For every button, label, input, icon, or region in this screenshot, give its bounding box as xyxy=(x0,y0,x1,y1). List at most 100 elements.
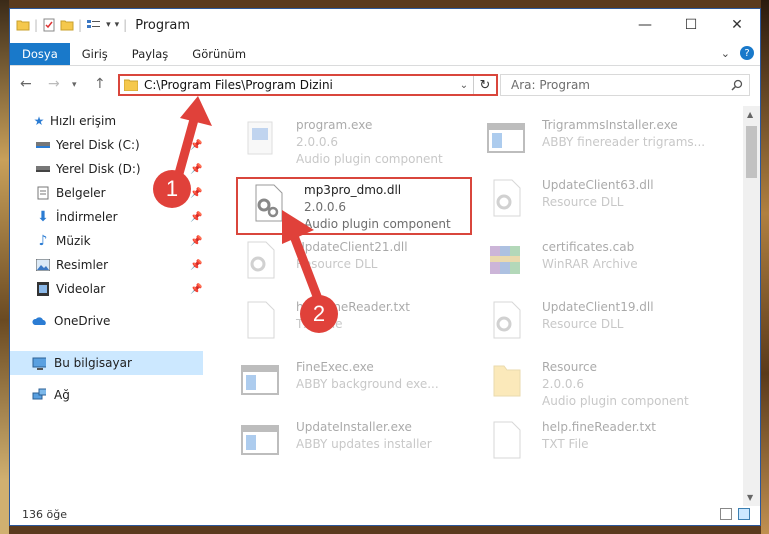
sidebar-item-ag[interactable]: Ağ xyxy=(10,383,203,407)
folder-icon xyxy=(493,365,521,397)
tab-gorunum[interactable]: Görünüm xyxy=(180,43,258,65)
file-explorer-window: | | ▾ ▾ | Program — ☐ ✕ Dosya Giriş Payl… xyxy=(9,8,761,526)
sidebar-item-label: Resimler xyxy=(56,258,109,272)
desktop-background-left xyxy=(0,0,9,534)
window-controls: — ☐ ✕ xyxy=(622,9,760,41)
pin-icon: 📌 xyxy=(190,283,203,295)
step-badge-1: 1 xyxy=(153,170,191,208)
properties-icon[interactable] xyxy=(42,18,56,32)
sidebar-item-resimler[interactable]: Resimler 📌 xyxy=(10,253,203,277)
view-details-icon[interactable] xyxy=(86,18,102,32)
quick-access-toolbar: | | ▾ ▾ | xyxy=(16,18,127,32)
close-icon[interactable]: ✕ xyxy=(714,9,760,41)
scroll-down-icon[interactable]: ▼ xyxy=(747,493,753,502)
file-detail: ABBY updates installer xyxy=(296,437,432,451)
separator: | xyxy=(34,18,39,32)
search-input[interactable]: Ara: Program xyxy=(511,78,731,92)
videos-icon xyxy=(36,282,50,296)
exe-icon xyxy=(247,121,273,155)
file-detail: ABBY background exe... xyxy=(296,377,439,391)
sidebar-item-bu-bilgisayar[interactable]: Bu bilgisayar xyxy=(10,351,203,375)
sidebar-item-label: Hızlı erişim xyxy=(50,114,117,128)
dll-gear-icon xyxy=(493,179,521,217)
window-title: Program xyxy=(135,17,191,33)
file-item[interactable]: help.fineReader.txt TXT File xyxy=(462,414,702,468)
maximize-icon[interactable]: ☐ xyxy=(668,9,714,41)
drive-icon xyxy=(36,138,50,152)
search-box[interactable]: Ara: Program xyxy=(500,74,750,96)
network-icon xyxy=(32,388,46,402)
file-detail: 2.0.0.6 xyxy=(296,135,338,149)
sidebar-item-label: Belgeler xyxy=(56,186,106,200)
sidebar-item-label: Bu bilgisayar xyxy=(54,356,132,370)
details-view-icon[interactable] xyxy=(720,508,732,520)
folder-icon xyxy=(16,20,30,31)
sidebar-item-label: OneDrive xyxy=(54,314,111,328)
file-detail: Resource DLL xyxy=(542,195,624,209)
title-bar: | | ▾ ▾ | Program — ☐ ✕ xyxy=(10,9,760,41)
customize-qa-icon[interactable]: ▾ xyxy=(115,20,120,30)
file-name: UpdateClient19.dll xyxy=(542,300,654,314)
file-name: FineExec.exe xyxy=(296,360,374,374)
scrollbar-thumb[interactable] xyxy=(746,126,757,178)
new-folder-icon[interactable] xyxy=(60,18,74,32)
file-name: mp3pro_dmo.dll xyxy=(304,183,402,197)
documents-icon xyxy=(36,186,50,200)
recent-locations-icon[interactable]: ▾ xyxy=(72,80,77,90)
tab-dosya[interactable]: Dosya xyxy=(10,43,70,65)
computer-icon xyxy=(32,356,46,370)
pin-icon: 📌 xyxy=(190,235,203,247)
file-item[interactable]: UpdateInstaller.exe ABBY updates install… xyxy=(216,414,456,468)
separator: | xyxy=(123,18,128,32)
tab-giris[interactable]: Giriş xyxy=(70,43,120,65)
file-detail: ABBY finereader trigrams... xyxy=(542,135,706,149)
expand-ribbon-icon[interactable]: ⌄ xyxy=(721,47,730,60)
up-arrow-icon[interactable]: ↑ xyxy=(94,76,106,92)
file-name: Resource xyxy=(542,360,598,374)
refresh-icon[interactable]: ↻ xyxy=(473,76,496,94)
tiles-view-icon[interactable] xyxy=(738,508,750,520)
file-item[interactable]: TrigrammsInstaller.exe ABBY finereader t… xyxy=(462,112,706,166)
file-name: certificates.cab xyxy=(542,240,635,254)
item-count: 136 öğe xyxy=(22,507,67,521)
step-badge-2: 2 xyxy=(300,295,338,333)
search-icon xyxy=(731,79,743,91)
help-icon[interactable]: ? xyxy=(740,46,754,60)
sidebar-item-videolar[interactable]: Videolar 📌 xyxy=(10,277,203,301)
ribbon-right-controls: ⌄ ? xyxy=(721,46,754,60)
file-item[interactable]: Resource 2.0.0.6 Audio plugin component xyxy=(462,354,702,408)
downloads-icon: ⬇ xyxy=(37,209,49,225)
music-icon: ♪ xyxy=(38,233,48,249)
pictures-icon xyxy=(36,258,50,272)
desktop-background-right xyxy=(761,0,769,534)
file-item[interactable]: UpdateClient63.dll Resource DLL xyxy=(462,172,702,226)
star-icon: ★ xyxy=(33,114,45,128)
window-exe-icon xyxy=(241,365,279,395)
minimize-icon[interactable]: — xyxy=(622,9,668,41)
pin-icon: 📌 xyxy=(190,259,203,271)
vertical-scrollbar[interactable]: ▲ ▼ xyxy=(743,106,760,506)
file-detail: Resource DLL xyxy=(542,317,624,331)
file-detail: Audio plugin component xyxy=(542,394,689,408)
file-item[interactable]: UpdateClient19.dll Resource DLL xyxy=(462,294,702,348)
forward-arrow-icon[interactable]: → xyxy=(48,76,60,92)
file-item[interactable]: FineExec.exe ABBY background exe... xyxy=(216,354,456,408)
back-arrow-icon[interactable]: ← xyxy=(20,76,32,92)
navigation-bar: ← → ▾ ↑ C:\Program Files\Program Dizini … xyxy=(10,70,760,100)
onedrive-icon xyxy=(32,314,46,328)
file-item[interactable]: certificates.cab WinRAR Archive xyxy=(462,234,702,288)
pin-icon: 📌 xyxy=(190,211,203,223)
file-name: help.fineReader.txt xyxy=(542,420,656,434)
address-dropdown-icon[interactable]: ⌄ xyxy=(455,80,473,91)
scroll-up-icon[interactable]: ▲ xyxy=(747,110,753,119)
file-item[interactable]: program.exe 2.0.0.6 Audio plugin compone… xyxy=(216,112,456,166)
sidebar-item-onedrive[interactable]: OneDrive xyxy=(10,309,203,333)
qa-dropdown-icon[interactable]: ▾ xyxy=(106,20,111,30)
txt-icon xyxy=(493,421,521,459)
status-bar: 136 öğe xyxy=(10,503,760,525)
file-name: UpdateClient63.dll xyxy=(542,178,654,192)
sidebar-item-indirmeler[interactable]: ⬇ İndirmeler 📌 xyxy=(10,205,203,229)
file-detail: WinRAR Archive xyxy=(542,257,638,271)
tab-paylas[interactable]: Paylaş xyxy=(120,43,181,65)
sidebar-item-muzik[interactable]: ♪ Müzik 📌 xyxy=(10,229,203,253)
